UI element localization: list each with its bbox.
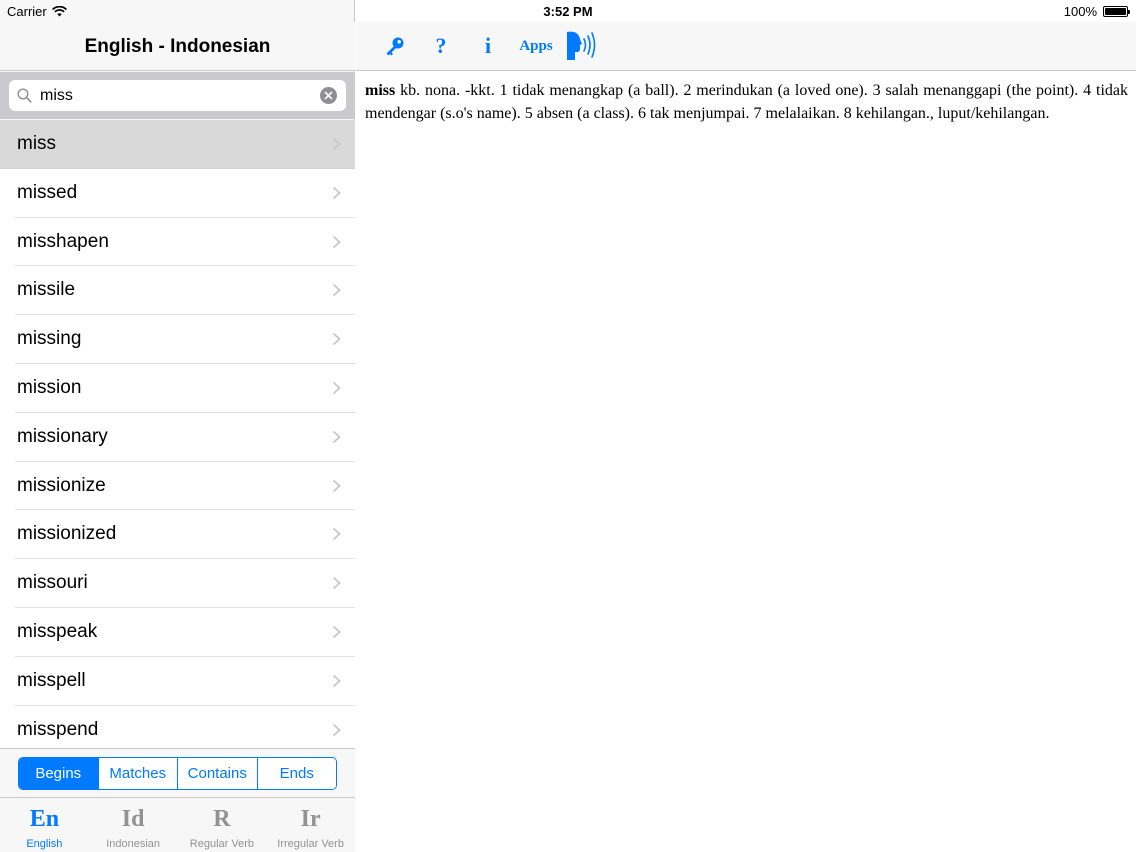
- list-item[interactable]: missed: [15, 169, 355, 218]
- word-list: miss missed misshapen missile missing mission…: [0, 120, 355, 748]
- chevron-right-icon: [332, 186, 341, 199]
- segment-begins[interactable]: Begins: [19, 758, 99, 789]
- list-item[interactable]: missionize: [15, 462, 355, 511]
- list-item-label: missionary: [17, 425, 108, 447]
- list-item[interactable]: misspeak: [15, 608, 355, 657]
- chevron-right-icon: [332, 674, 341, 687]
- list-item-label: missionize: [17, 474, 106, 496]
- chevron-right-icon: [332, 625, 341, 639]
- master-pane: English - Indonesian miss missed misshapen…: [0, 0, 355, 852]
- speak-button[interactable]: [564, 30, 600, 62]
- chevron-right-icon: [332, 479, 341, 492]
- search-field[interactable]: [9, 80, 346, 111]
- tab-glyph-icon: Id: [121, 806, 145, 832]
- list-item[interactable]: missile: [15, 266, 355, 316]
- segment-contains[interactable]: Contains: [178, 758, 258, 789]
- definition-body: kb. nona. -kkt. 1 tidak menangkap (a bal…: [365, 82, 1128, 122]
- chevron-right-icon: [332, 284, 341, 297]
- page-title: English - Indonesian: [84, 36, 271, 57]
- list-item-label: miss: [17, 133, 57, 154]
- list-item[interactable]: miss: [0, 120, 355, 169]
- search-input[interactable]: [40, 84, 310, 107]
- tab-irregular-verb[interactable]: Ir Irregular Verb: [266, 798, 355, 852]
- list-item[interactable]: misspend: [15, 706, 355, 748]
- search-mode-segmented-control: Begins Matches Contains Ends: [18, 757, 337, 790]
- battery-icon: [1103, 6, 1130, 17]
- battery-percent: 100%: [1063, 4, 1097, 19]
- list-item-label: misshapen: [17, 230, 109, 252]
- list-item[interactable]: missionized: [15, 510, 355, 560]
- status-right: 100%: [1063, 4, 1130, 19]
- list-item-label: missing: [17, 328, 82, 350]
- detail-toolbar: ? i Apps: [356, 22, 1136, 71]
- list-item-label: misspeak: [17, 620, 98, 642]
- tab-label: Regular Verb: [189, 838, 254, 850]
- key-icon: [386, 37, 404, 56]
- close-icon: [324, 91, 333, 100]
- definition-text: miss kb. nona. -kkt. 1 tidak menangkap (…: [365, 80, 1128, 125]
- status-time: 3:52 PM: [543, 4, 593, 19]
- chevron-right-icon: [332, 430, 341, 443]
- list-item[interactable]: missing: [15, 315, 355, 364]
- key-button[interactable]: [382, 30, 408, 62]
- tab-glyph-icon: Ir: [300, 806, 321, 832]
- chevron-right-icon: [332, 528, 341, 541]
- list-item-label: misspell: [17, 669, 86, 691]
- list-item-label: missionized: [17, 523, 117, 545]
- apps-button[interactable]: Apps: [516, 30, 556, 62]
- search-mode-bar: Begins Matches Contains Ends: [0, 748, 355, 797]
- search-bar: [0, 72, 355, 119]
- list-item-label: missouri: [17, 572, 88, 594]
- tab-label: English: [26, 838, 63, 850]
- list-item-label: missile: [17, 279, 76, 301]
- tab-indonesian[interactable]: Id Indonesian: [89, 798, 178, 852]
- list-item[interactable]: missouri: [15, 559, 355, 608]
- master-nav-bar: English - Indonesian: [0, 22, 355, 71]
- chevron-right-icon: [332, 723, 341, 736]
- list-item[interactable]: missionary: [15, 413, 355, 462]
- list-item-label: misspend: [17, 718, 99, 740]
- tab-regular-verb[interactable]: R Regular Verb: [178, 798, 267, 852]
- info-button[interactable]: i: [476, 30, 500, 62]
- tab-bar: En English Id Indonesian R Regular Verb Ir Irre…: [0, 797, 355, 852]
- chevron-right-icon: [332, 333, 341, 346]
- tab-label: Irregular Verb: [277, 838, 344, 850]
- list-item-label: mission: [17, 376, 82, 398]
- list-item-label: missed: [17, 181, 78, 203]
- search-icon: [17, 88, 32, 103]
- clear-search-icon[interactable]: [320, 87, 337, 104]
- tab-english[interactable]: En English: [0, 798, 89, 852]
- tab-label: Indonesian: [106, 838, 161, 850]
- chevron-right-icon: [332, 235, 341, 248]
- list-item[interactable]: mission: [15, 364, 355, 413]
- chevron-right-icon: [332, 137, 341, 151]
- help-button[interactable]: ?: [429, 30, 453, 62]
- speaker-head-icon: [567, 31, 596, 60]
- segment-ends[interactable]: Ends: [257, 758, 336, 789]
- status-bar: Carrier 3:52 PM 100%: [0, 0, 1136, 22]
- segment-matches[interactable]: Matches: [98, 758, 178, 789]
- list-item[interactable]: misshapen: [15, 218, 355, 267]
- definition-headword: miss: [365, 82, 396, 99]
- chevron-right-icon: [332, 577, 341, 590]
- tab-glyph-icon: En: [29, 806, 60, 832]
- chevron-right-icon: [332, 381, 341, 395]
- tab-glyph-icon: R: [213, 806, 231, 832]
- list-item[interactable]: misspell: [15, 657, 355, 706]
